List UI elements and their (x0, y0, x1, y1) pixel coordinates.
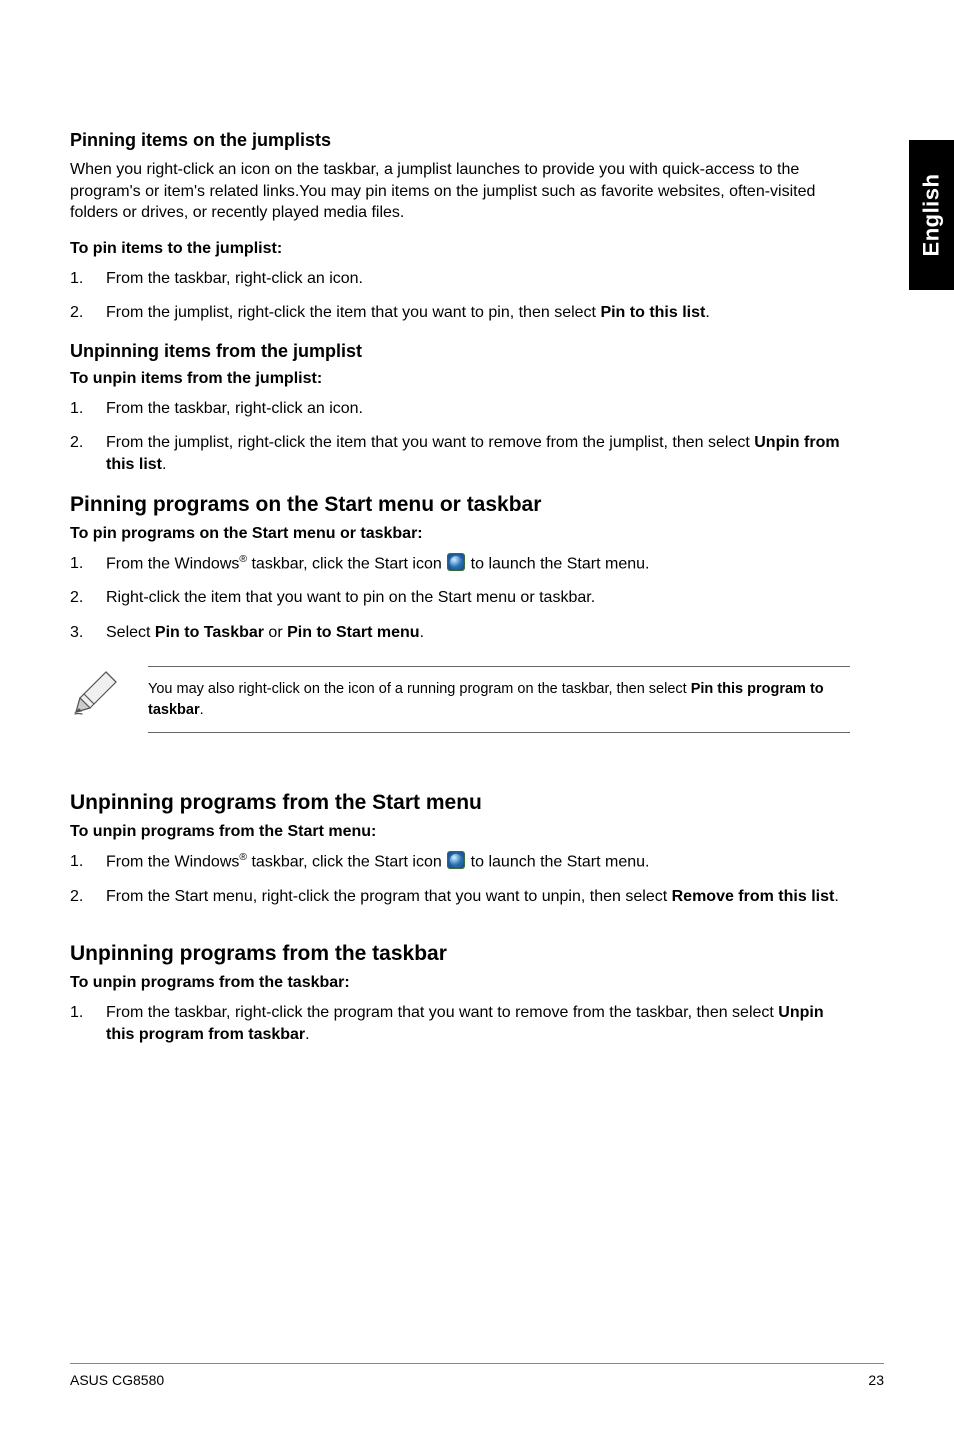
pencil-icon (70, 668, 120, 718)
note-callout: You may also right-click on the icon of … (70, 666, 850, 733)
step-text: . (705, 304, 709, 321)
step-number: 1. (70, 268, 106, 290)
page-content: Pinning items on the jumplists When you … (70, 130, 850, 1047)
step-text: or (264, 624, 287, 641)
step-text: . (305, 1026, 309, 1043)
windows-start-icon (447, 851, 465, 869)
step-text: From the Start menu, right-click the pro… (106, 888, 672, 905)
registered-mark: ® (239, 852, 247, 863)
steps-unpin-taskbar: 1. From the taskbar, right-click the pro… (70, 1002, 850, 1047)
step-body: From the Windows® taskbar, click the Sta… (106, 851, 850, 874)
step-bold: Pin to Start menu (287, 624, 419, 641)
page-footer: ASUS CG8580 23 (70, 1363, 884, 1388)
sub-pin-programs: To pin programs on the Start menu or tas… (70, 525, 850, 543)
steps-unpin-jumplist: 1. From the taskbar, right-click an icon… (70, 398, 850, 477)
intro-pin-jumplists: When you right-click an icon on the task… (70, 159, 850, 224)
step-bold: Pin to this list (600, 304, 705, 321)
note-text: . (200, 702, 204, 718)
step-bold: Remove from this list (672, 888, 835, 905)
step-body: From the Windows® taskbar, click the Sta… (106, 553, 850, 576)
list-item: 3. Select Pin to Taskbar or Pin to Start… (70, 622, 850, 644)
heading-pin-jumplists: Pinning items on the jumplists (70, 130, 850, 151)
step-body: From the taskbar, right-click the progra… (106, 1002, 850, 1047)
windows-start-icon (447, 553, 465, 571)
step-text: taskbar, click the Start icon (247, 555, 446, 572)
step-number: 2. (70, 432, 106, 477)
steps-unpin-start: 1. From the Windows® taskbar, click the … (70, 851, 850, 908)
step-text: From the taskbar, right-click the progra… (106, 1004, 778, 1021)
sub-pin-jumplist: To pin items to the jumplist: (70, 240, 850, 258)
step-body: From the Start menu, right-click the pro… (106, 886, 850, 908)
step-body: From the jumplist, right-click the item … (106, 432, 850, 477)
heading-unpin-jumplist: Unpinning items from the jumplist (70, 341, 850, 362)
step-text: . (834, 888, 838, 905)
step-text: Select (106, 624, 155, 641)
step-bold: Pin to Taskbar (155, 624, 264, 641)
step-text: . (420, 624, 424, 641)
step-body: Select Pin to Taskbar or Pin to Start me… (106, 622, 850, 644)
list-item: 2. From the jumplist, right-click the it… (70, 432, 850, 477)
note-body: You may also right-click on the icon of … (148, 666, 850, 733)
step-number: 2. (70, 302, 106, 324)
sub-unpin-taskbar: To unpin programs from the taskbar: (70, 974, 850, 992)
sub-unpin-start: To unpin programs from the Start menu: (70, 823, 850, 841)
language-tab: English (909, 140, 954, 290)
step-number: 1. (70, 1002, 106, 1047)
heading-pin-programs: Pinning programs on the Start menu or ta… (70, 493, 850, 517)
step-text: From the Windows (106, 853, 239, 870)
step-text: to launch the Start menu. (466, 853, 649, 870)
list-item: 2. From the Start menu, right-click the … (70, 886, 850, 908)
step-number: 1. (70, 398, 106, 420)
step-number: 3. (70, 622, 106, 644)
step-body: From the jumplist, right-click the item … (106, 302, 850, 324)
step-body: From the taskbar, right-click an icon. (106, 268, 850, 290)
page-number: 23 (868, 1372, 884, 1388)
step-number: 2. (70, 886, 106, 908)
list-item: 1. From the taskbar, right-click the pro… (70, 1002, 850, 1047)
step-number: 2. (70, 587, 106, 609)
heading-unpin-start: Unpinning programs from the Start menu (70, 791, 850, 815)
step-text: From the Windows (106, 555, 239, 572)
language-label: English (919, 174, 945, 257)
step-text: to launch the Start menu. (466, 555, 649, 572)
registered-mark: ® (239, 554, 247, 565)
step-number: 1. (70, 851, 106, 874)
step-body: Right-click the item that you want to pi… (106, 587, 850, 609)
list-item: 2. From the jumplist, right-click the it… (70, 302, 850, 324)
steps-pin-jumplist: 1. From the taskbar, right-click an icon… (70, 268, 850, 325)
step-text: From the jumplist, right-click the item … (106, 304, 600, 321)
step-text: taskbar, click the Start icon (247, 853, 446, 870)
step-text: . (162, 456, 166, 473)
step-number: 1. (70, 553, 106, 576)
list-item: 1. From the taskbar, right-click an icon… (70, 268, 850, 290)
step-text: From the jumplist, right-click the item … (106, 434, 754, 451)
list-item: 2. Right-click the item that you want to… (70, 587, 850, 609)
note-text: You may also right-click on the icon of … (148, 681, 691, 697)
footer-product: ASUS CG8580 (70, 1372, 164, 1388)
list-item: 1. From the Windows® taskbar, click the … (70, 851, 850, 874)
heading-unpin-taskbar: Unpinning programs from the taskbar (70, 942, 850, 966)
step-body: From the taskbar, right-click an icon. (106, 398, 850, 420)
list-item: 1. From the taskbar, right-click an icon… (70, 398, 850, 420)
sub-unpin-jumplist: To unpin items from the jumplist: (70, 370, 850, 388)
list-item: 1. From the Windows® taskbar, click the … (70, 553, 850, 576)
steps-pin-programs: 1. From the Windows® taskbar, click the … (70, 553, 850, 645)
